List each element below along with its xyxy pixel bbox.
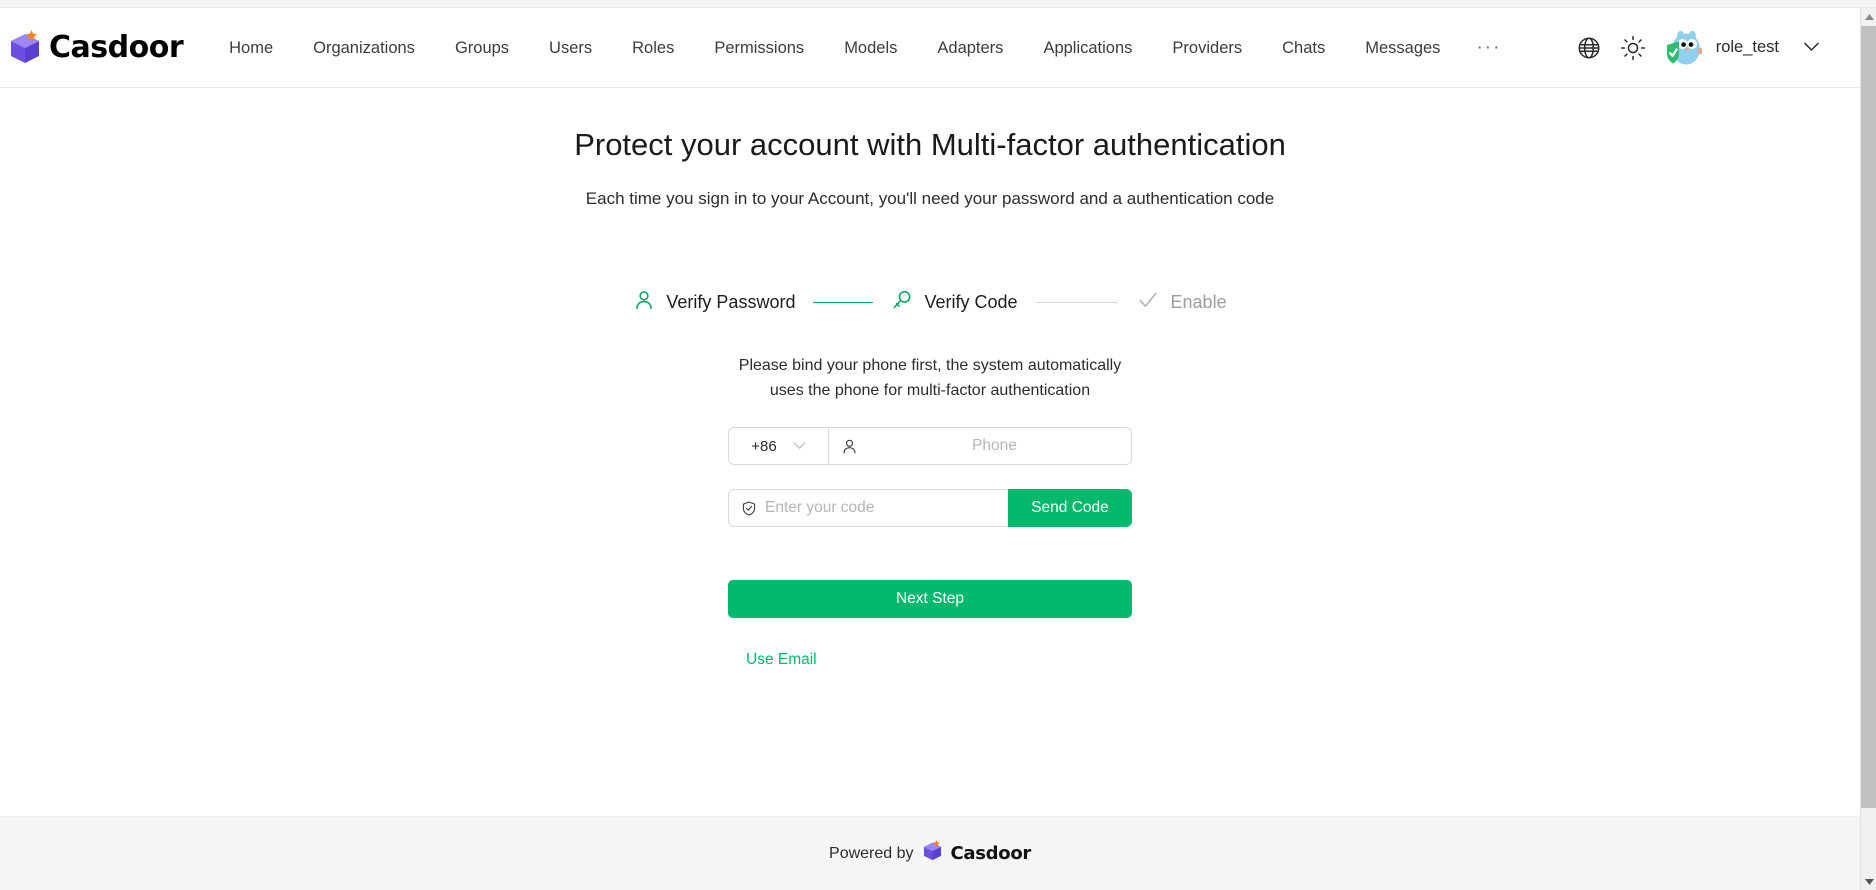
scrollbar-thumb[interactable]	[1861, 26, 1876, 808]
nav-item-providers[interactable]: Providers	[1152, 9, 1262, 87]
casdoor-cube-logo-icon	[922, 840, 943, 867]
sun-icon[interactable]	[1620, 35, 1646, 61]
nav-item-models[interactable]: Models	[824, 9, 917, 87]
mfa-form: Please bind your phone first, the system…	[728, 354, 1132, 669]
app-header: Casdoor Home Organizations Groups Users …	[0, 8, 1860, 88]
chevron-down-icon	[793, 437, 806, 455]
nav-item-groups[interactable]: Groups	[435, 9, 529, 87]
user-icon	[633, 289, 655, 316]
phone-input-wrapper	[828, 427, 1132, 465]
phone-row: +86	[728, 427, 1132, 465]
nav-item-chats[interactable]: Chats	[1262, 9, 1345, 87]
nav-item-home[interactable]: Home	[209, 9, 293, 87]
nav-overflow-ellipsis-button[interactable]: ···	[1460, 13, 1517, 83]
header-actions: role_test	[1576, 29, 1860, 67]
page-footer: Powered by Casdoor	[0, 816, 1860, 890]
step-connector-2	[1035, 302, 1118, 303]
key-icon	[891, 289, 913, 316]
step-verify-password[interactable]: Verify Password	[633, 289, 795, 316]
send-code-button[interactable]: Send Code	[1008, 489, 1132, 527]
country-code-select[interactable]: +86	[728, 427, 828, 465]
next-step-button[interactable]: Next Step	[728, 580, 1132, 618]
vertical-scrollbar[interactable]	[1860, 8, 1876, 890]
step-connector-1	[813, 302, 874, 303]
code-input-wrapper	[728, 489, 1008, 527]
check-mark-icon	[1136, 289, 1160, 316]
nav-item-roles[interactable]: Roles	[612, 9, 694, 87]
brand-logo-link[interactable]: Casdoor	[8, 29, 184, 66]
scroll-up-arrow-icon[interactable]	[1861, 8, 1876, 25]
step-label-verify-code: Verify Code	[924, 292, 1018, 312]
step-enable[interactable]: Enable	[1136, 289, 1227, 316]
nav-item-adapters[interactable]: Adapters	[917, 9, 1023, 87]
main-navigation: Home Organizations Groups Users Roles Pe…	[209, 9, 1576, 87]
nav-item-messages[interactable]: Messages	[1345, 9, 1460, 87]
browser-chrome-strip	[0, 0, 1876, 8]
brand-name: Casdoor	[49, 30, 184, 65]
footer-powered-by: Powered by Casdoor	[829, 840, 1031, 867]
username-label[interactable]: role_test	[1716, 38, 1779, 57]
page-title: Protect your account with Multi-factor a…	[574, 127, 1286, 162]
country-code-value: +86	[751, 437, 777, 455]
use-email-link[interactable]: Use Email	[746, 651, 817, 669]
nav-item-organizations[interactable]: Organizations	[293, 9, 435, 87]
bind-phone-note: Please bind your phone first, the system…	[738, 357, 1122, 399]
footer-brand-name: Casdoor	[950, 843, 1032, 864]
avatar[interactable]	[1664, 29, 1703, 67]
mfa-steps: Verify Password Verify Code Enable	[0, 289, 1860, 316]
user-icon	[829, 438, 858, 455]
nav-item-users[interactable]: Users	[529, 9, 612, 87]
shield-check-icon	[729, 500, 765, 517]
verification-code-input[interactable]	[765, 490, 1008, 526]
mfa-setup-content: Protect your account with Multi-factor a…	[0, 88, 1860, 812]
verification-code-row: Send Code	[728, 489, 1132, 527]
page-subtitle: Each time you sign in to your Account, y…	[585, 189, 1275, 208]
casdoor-cube-logo-icon	[8, 29, 42, 66]
step-label-enable: Enable	[1170, 292, 1227, 312]
casdoor-page: Casdoor Home Organizations Groups Users …	[0, 8, 1860, 890]
nav-item-applications[interactable]: Applications	[1023, 9, 1152, 87]
scroll-down-arrow-icon[interactable]	[1861, 873, 1876, 890]
phone-input[interactable]	[858, 428, 1131, 464]
step-verify-code[interactable]: Verify Code	[891, 289, 1018, 316]
powered-by-label: Powered by	[829, 844, 914, 862]
step-label-verify-password: Verify Password	[666, 292, 796, 312]
globe-icon[interactable]	[1576, 35, 1602, 61]
nav-item-permissions[interactable]: Permissions	[694, 9, 824, 87]
chevron-down-icon[interactable]	[1803, 39, 1820, 57]
